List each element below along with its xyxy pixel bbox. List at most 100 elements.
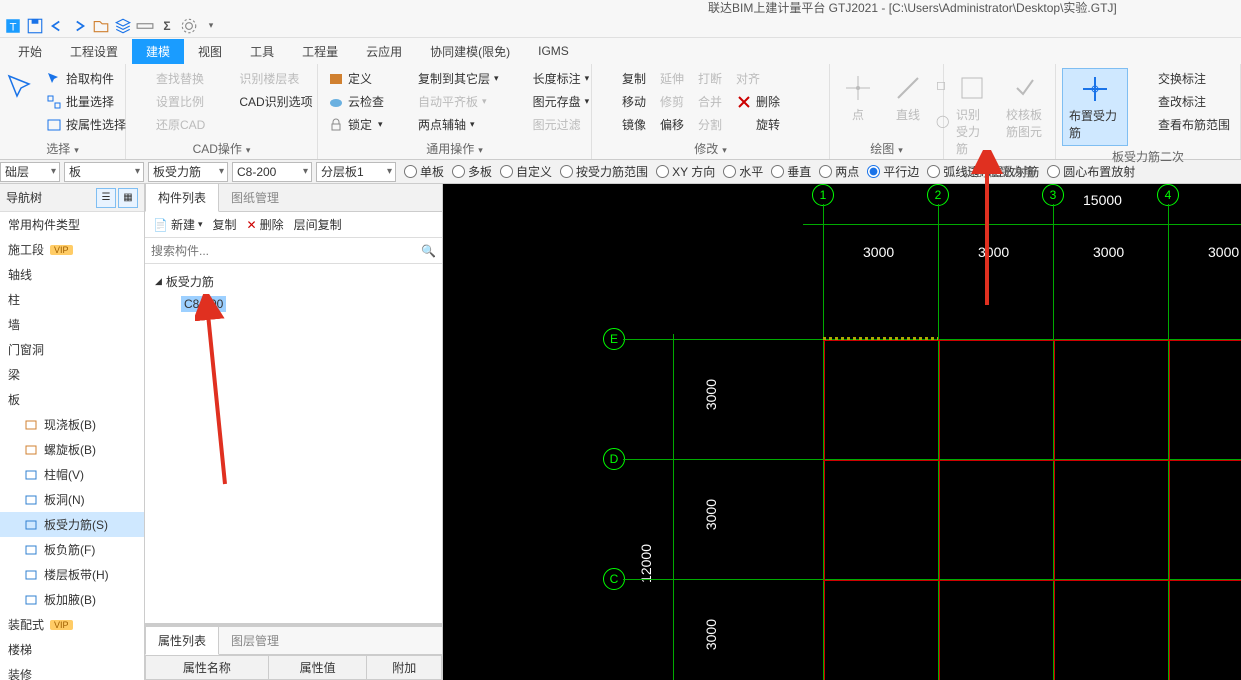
nav-item-装修[interactable]: 装修 bbox=[0, 662, 144, 680]
new-button[interactable]: 📄新建▾ bbox=[149, 214, 207, 235]
auto-flat-button[interactable]: 自动平齐板▾ bbox=[394, 91, 503, 112]
merge-button[interactable]: 合并 bbox=[694, 91, 726, 112]
nav-item-轴线[interactable]: 轴线 bbox=[0, 262, 144, 287]
nav-item-板[interactable]: 板 bbox=[0, 387, 144, 412]
tab-layer-manage[interactable]: 图层管理 bbox=[219, 627, 291, 654]
length-dim-button[interactable]: 长度标注▾ bbox=[509, 68, 594, 89]
radio-平行边[interactable]: 平行边 bbox=[867, 163, 919, 180]
copy-component-button[interactable]: 复制 bbox=[209, 214, 241, 235]
split-button[interactable]: 分割 bbox=[694, 114, 726, 135]
swap-dim-button[interactable]: 交换标注 bbox=[1134, 68, 1234, 89]
nav-view2-icon[interactable]: ▦ bbox=[118, 188, 138, 208]
nav-item-柱[interactable]: 柱 bbox=[0, 287, 144, 312]
nav-item-楼梯[interactable]: 楼梯 bbox=[0, 637, 144, 662]
tab-drawing-manage[interactable]: 图纸管理 bbox=[219, 184, 291, 211]
mirror-button[interactable]: 镜像 bbox=[598, 114, 650, 135]
menu-start[interactable]: 开始 bbox=[4, 39, 56, 64]
ruler-icon[interactable] bbox=[136, 17, 154, 35]
define-button[interactable]: 定义 bbox=[324, 68, 388, 89]
review-dim-button[interactable]: 查改标注 bbox=[1134, 91, 1234, 112]
nav-item-墙[interactable]: 墙 bbox=[0, 312, 144, 337]
radio-垂直[interactable]: 垂直 bbox=[771, 163, 811, 180]
copy-button[interactable]: 复制 bbox=[598, 68, 650, 89]
cad-options-button[interactable]: CAD识别选项 bbox=[215, 91, 316, 112]
attr-select-button[interactable]: 按属性选择 bbox=[42, 114, 130, 135]
align-button[interactable]: 对齐 bbox=[732, 68, 784, 89]
nav-view1-icon[interactable]: ☰ bbox=[96, 188, 116, 208]
nav-item-螺旋板(B)[interactable]: 螺旋板(B) bbox=[0, 437, 144, 462]
line-button[interactable]: 直线 bbox=[886, 68, 930, 138]
menu-view[interactable]: 视图 bbox=[184, 39, 236, 64]
undo-icon[interactable] bbox=[48, 17, 66, 35]
nav-item-现浇板(B)[interactable]: 现浇板(B) bbox=[0, 412, 144, 437]
batch-select-button[interactable]: 批量选择 bbox=[42, 91, 130, 112]
recognize-rebar-button[interactable]: 识别受力筋 bbox=[950, 68, 994, 161]
search-icon[interactable]: 🔍 bbox=[421, 244, 436, 258]
menu-quantity[interactable]: 工程量 bbox=[288, 39, 352, 64]
sigma-icon[interactable]: Σ bbox=[158, 17, 176, 35]
set-scale-button[interactable]: 设置比例 bbox=[132, 91, 209, 112]
nav-item-装配式[interactable]: 装配式VIP bbox=[0, 612, 144, 637]
radio-自定义[interactable]: 自定义 bbox=[500, 163, 552, 180]
layer-copy-button[interactable]: 层间复制 bbox=[290, 214, 346, 235]
copy-other-layer-button[interactable]: 复制到其它层▾ bbox=[394, 68, 503, 89]
lock-button[interactable]: 锁定▾ bbox=[324, 114, 388, 135]
break-button[interactable]: 打断 bbox=[694, 68, 726, 89]
radio-按受力筋范围[interactable]: 按受力筋范围 bbox=[560, 163, 648, 180]
nav-item-施工段[interactable]: 施工段VIP bbox=[0, 237, 144, 262]
save-icon[interactable] bbox=[26, 17, 44, 35]
nav-item-板受力筋(S)[interactable]: 板受力筋(S) bbox=[0, 512, 144, 537]
nav-item-梁[interactable]: 梁 bbox=[0, 362, 144, 387]
settings-icon[interactable] bbox=[180, 17, 198, 35]
radio-XY 方向[interactable]: XY 方向 bbox=[656, 163, 715, 180]
redo-icon[interactable] bbox=[70, 17, 88, 35]
open-icon[interactable] bbox=[92, 17, 110, 35]
layers-icon[interactable] bbox=[114, 17, 132, 35]
find-replace-button[interactable]: 查找替换 bbox=[132, 68, 209, 89]
delete-button[interactable]: 删除 bbox=[732, 91, 784, 112]
element-filter-button[interactable]: 图元过滤 bbox=[509, 114, 594, 135]
select-big-button[interactable] bbox=[6, 68, 36, 138]
nav-item-门窗洞[interactable]: 门窗洞 bbox=[0, 337, 144, 362]
nav-item-楼层板带(H)[interactable]: 楼层板带(H) bbox=[0, 562, 144, 587]
menu-tools[interactable]: 工具 bbox=[236, 39, 288, 64]
radio-水平[interactable]: 水平 bbox=[723, 163, 763, 180]
restore-cad-button[interactable]: 还原CAD bbox=[132, 114, 209, 135]
trim-button[interactable]: 修剪 bbox=[656, 91, 688, 112]
type-select[interactable]: 板受力筋 bbox=[148, 162, 228, 182]
nav-item-板加腋(B)[interactable]: 板加腋(B) bbox=[0, 587, 144, 612]
layer-select[interactable]: 分层板1 bbox=[316, 162, 396, 182]
search-input[interactable] bbox=[151, 244, 421, 258]
category-select[interactable]: 板 bbox=[64, 162, 144, 182]
component-select[interactable]: C8-200 bbox=[232, 162, 312, 182]
place-rebar-button[interactable]: 布置受力筋 bbox=[1062, 68, 1128, 146]
radio-单板[interactable]: 单板 bbox=[404, 163, 444, 180]
check-rebar-button[interactable]: 校核板筋图元 bbox=[1000, 68, 1049, 161]
element-save-button[interactable]: 图元存盘▾ bbox=[509, 91, 594, 112]
floor-table-button[interactable]: 识别楼层表 bbox=[215, 68, 316, 89]
tree-child-c8-200[interactable]: C8-200 bbox=[153, 293, 434, 315]
cloud-check-button[interactable]: 云检查 bbox=[324, 91, 388, 112]
point-button[interactable]: 点 bbox=[836, 68, 880, 138]
two-point-axis-button[interactable]: 两点辅轴▾ bbox=[394, 114, 503, 135]
extend-button[interactable]: 延伸 bbox=[656, 68, 688, 89]
menu-collab[interactable]: 协同建模(限免) bbox=[416, 39, 524, 64]
menu-project[interactable]: 工程设置 bbox=[56, 39, 132, 64]
tree-root[interactable]: ◢板受力筋 bbox=[153, 270, 434, 293]
nav-item-柱帽(V)[interactable]: 柱帽(V) bbox=[0, 462, 144, 487]
floor-select[interactable]: 础层 bbox=[0, 162, 60, 182]
delete-component-button[interactable]: ✕删除 bbox=[243, 214, 288, 235]
dropdown-icon[interactable]: ▾ bbox=[202, 17, 220, 35]
offset-button[interactable]: 偏移 bbox=[656, 114, 688, 135]
radio-两点[interactable]: 两点 bbox=[819, 163, 859, 180]
tab-properties[interactable]: 属性列表 bbox=[145, 626, 219, 655]
rotate-button[interactable]: 旋转 bbox=[732, 114, 784, 135]
pick-component-button[interactable]: 拾取构件 bbox=[42, 68, 130, 89]
move-button[interactable]: 移动 bbox=[598, 91, 650, 112]
nav-item-板洞(N)[interactable]: 板洞(N) bbox=[0, 487, 144, 512]
radio-圆心布置放射[interactable]: 圆心布置放射 bbox=[1047, 163, 1135, 180]
menu-cloud[interactable]: 云应用 bbox=[352, 39, 416, 64]
nav-item-板负筋(F)[interactable]: 板负筋(F) bbox=[0, 537, 144, 562]
radio-多板[interactable]: 多板 bbox=[452, 163, 492, 180]
nav-item-常用构件类型[interactable]: 常用构件类型 bbox=[0, 212, 144, 237]
